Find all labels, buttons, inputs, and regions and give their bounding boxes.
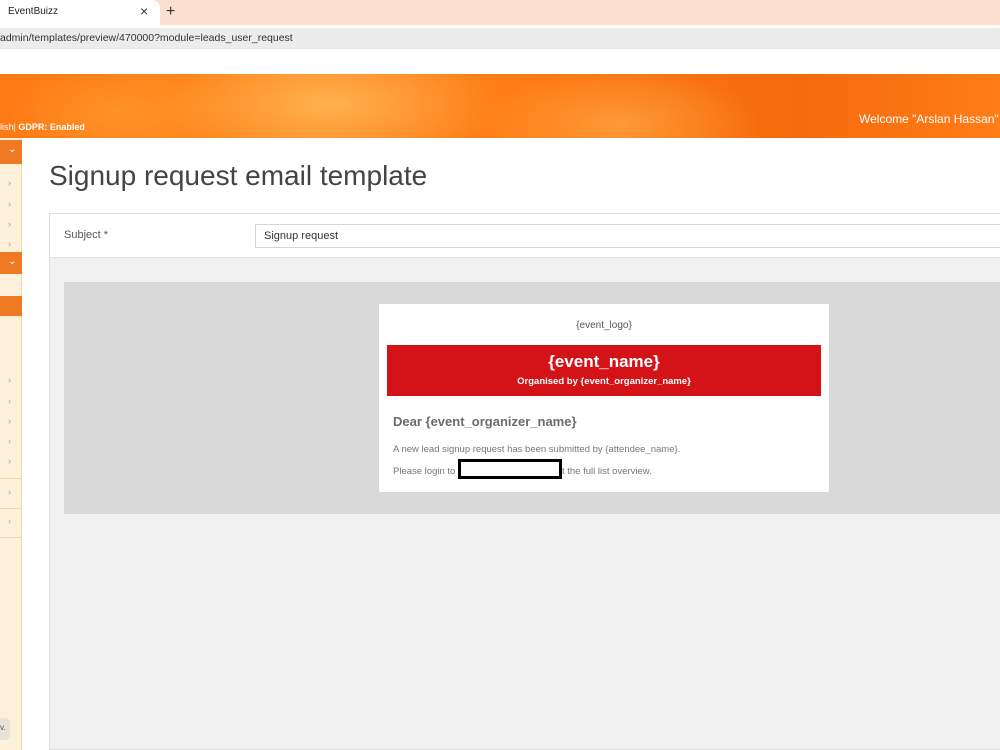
chevron-right-icon[interactable]: › (8, 239, 11, 249)
sidebar-item-active[interactable]: ⌄ (0, 140, 22, 164)
gdpr-status: GDPR: Enabled (18, 122, 85, 132)
chevron-right-icon[interactable]: › (8, 487, 11, 497)
main-content: Signup request email template Subject * … (22, 138, 1000, 750)
sidebar-item-active-section[interactable]: ⌄ (0, 252, 22, 274)
chevron-right-icon[interactable]: › (8, 436, 11, 446)
email-greeting: Dear {event_organizer_name} (393, 414, 577, 429)
language-gdpr-info: lish| GDPR: Enabled (0, 122, 85, 132)
subject-row: Subject * (50, 214, 1000, 258)
chevron-down-icon: ⌄ (8, 256, 17, 267)
chevron-right-icon[interactable]: › (8, 178, 11, 188)
chevron-right-icon[interactable]: › (8, 456, 11, 466)
bookmarks-bar (0, 49, 1000, 74)
sidebar-divider (0, 478, 22, 479)
url-field[interactable]: admin/templates/preview/470000?module=le… (0, 28, 1000, 48)
email-header: {event_name} Organised by {event_organiz… (387, 345, 821, 396)
close-tab-icon[interactable]: × (140, 3, 148, 19)
template-card: Subject * {event_logo} {event_name} Orga… (49, 213, 1000, 750)
url-text: admin/templates/preview/470000?module=le… (0, 32, 293, 44)
chevron-right-icon[interactable]: › (8, 375, 11, 385)
event-logo-placeholder: {event_logo} (576, 320, 632, 331)
chevron-right-icon[interactable]: › (8, 416, 11, 426)
welcome-user[interactable]: Welcome "Arslan Hassan" (859, 112, 999, 126)
address-bar: admin/templates/preview/470000?module=le… (0, 25, 1000, 49)
sidebar-subitem-active[interactable] (0, 296, 22, 316)
sidebar: ⌄ › › › › ⌄ › › › › › › › (0, 138, 22, 750)
event-name: {event_name} (548, 352, 660, 371)
browser-tab[interactable]: EventBuizz × (0, 0, 160, 25)
tab-title: EventBuizz (8, 6, 59, 17)
subject-label: Subject * (64, 229, 109, 241)
redacted-link (457, 459, 562, 480)
collapse-sidebar-icon[interactable]: v. (0, 718, 10, 740)
sidebar-divider (0, 537, 22, 538)
chevron-right-icon[interactable]: › (8, 396, 11, 406)
subject-input[interactable] (255, 224, 1000, 248)
chevron-right-icon[interactable]: › (8, 516, 11, 526)
chevron-right-icon[interactable]: › (8, 219, 11, 229)
email-preview-area: {event_logo} {event_name} Organised by {… (64, 282, 1000, 514)
language-link[interactable]: lish| (0, 122, 16, 132)
header-banner: lish| GDPR: Enabled Welcome "Arslan Hass… (0, 74, 1000, 138)
page-title: Signup request email template (49, 160, 428, 191)
chevron-down-icon: ⌄ (8, 144, 17, 155)
new-tab-icon[interactable]: + (166, 2, 175, 22)
email-preview: {event_logo} {event_name} Organised by {… (379, 304, 829, 492)
email-line-text: Please login to (393, 466, 458, 477)
email-body-line: Please login to t the full list overview… (393, 459, 652, 480)
chevron-right-icon[interactable]: › (8, 199, 11, 209)
browser-tab-bar: EventBuizz × + (0, 0, 1000, 25)
email-line-text: t the full list overview. (561, 466, 652, 477)
sidebar-divider (0, 508, 22, 509)
organised-by: Organised by {event_organizer_name} (517, 376, 691, 387)
email-body-line: A new lead signup request has been submi… (393, 444, 681, 455)
